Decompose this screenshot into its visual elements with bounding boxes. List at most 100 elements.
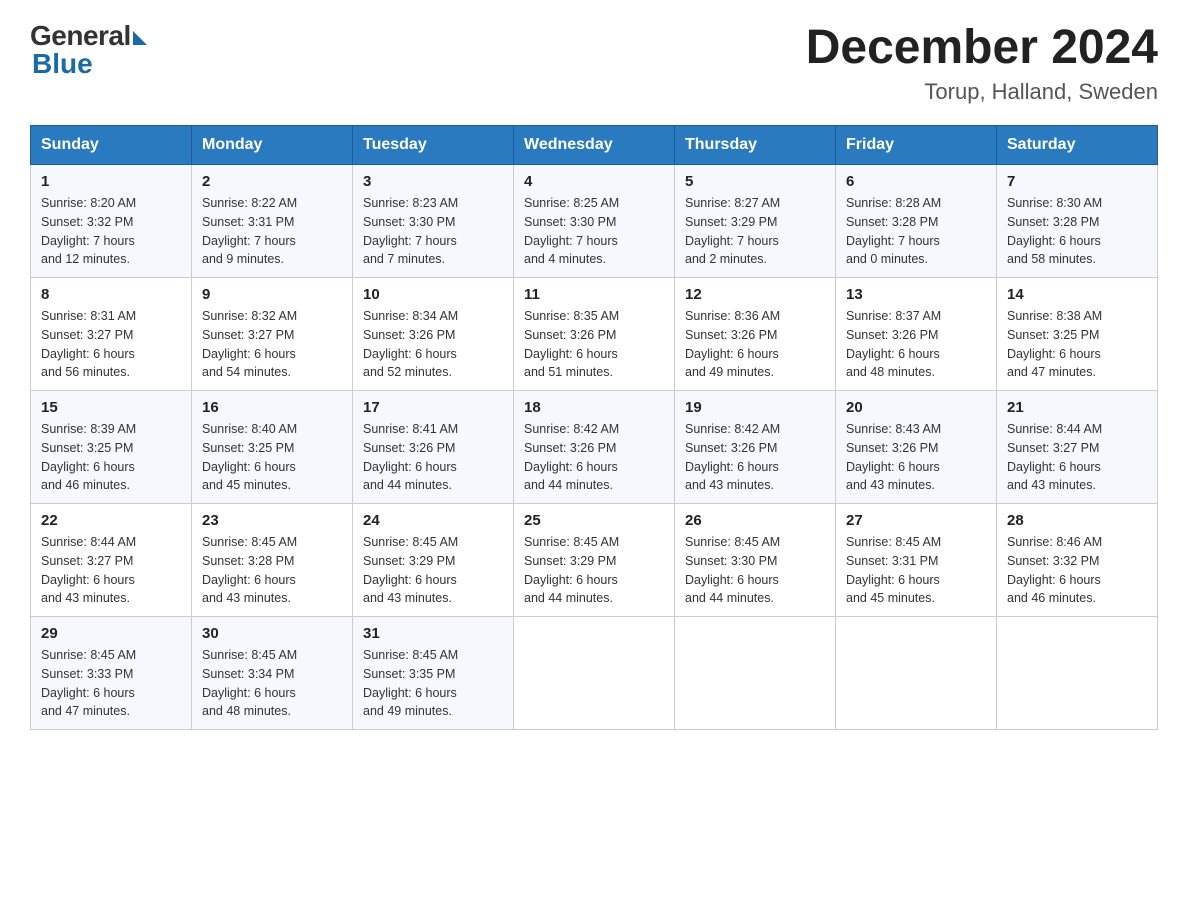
calendar-header-sunday: Sunday [31,126,192,165]
calendar-day-cell [514,617,675,730]
calendar-day-cell: 7 Sunrise: 8:30 AMSunset: 3:28 PMDayligh… [997,165,1158,278]
day-info: Sunrise: 8:28 AMSunset: 3:28 PMDaylight:… [846,196,941,266]
calendar-day-cell: 18 Sunrise: 8:42 AMSunset: 3:26 PMDaylig… [514,391,675,504]
day-info: Sunrise: 8:45 AMSunset: 3:28 PMDaylight:… [202,535,297,605]
day-info: Sunrise: 8:32 AMSunset: 3:27 PMDaylight:… [202,309,297,379]
day-number: 25 [524,512,664,529]
calendar-day-cell: 1 Sunrise: 8:20 AMSunset: 3:32 PMDayligh… [31,165,192,278]
calendar-day-cell: 19 Sunrise: 8:42 AMSunset: 3:26 PMDaylig… [675,391,836,504]
calendar-week-row: 1 Sunrise: 8:20 AMSunset: 3:32 PMDayligh… [31,165,1158,278]
day-info: Sunrise: 8:22 AMSunset: 3:31 PMDaylight:… [202,196,297,266]
day-number: 3 [363,173,503,190]
calendar-day-cell: 28 Sunrise: 8:46 AMSunset: 3:32 PMDaylig… [997,504,1158,617]
day-number: 21 [1007,399,1147,416]
day-number: 8 [41,286,181,303]
title-block: December 2024 Torup, Halland, Sweden [806,20,1158,105]
calendar-header-thursday: Thursday [675,126,836,165]
day-number: 13 [846,286,986,303]
day-info: Sunrise: 8:45 AMSunset: 3:35 PMDaylight:… [363,648,458,718]
location-title: Torup, Halland, Sweden [806,79,1158,105]
day-info: Sunrise: 8:34 AMSunset: 3:26 PMDaylight:… [363,309,458,379]
day-number: 4 [524,173,664,190]
calendar-header-saturday: Saturday [997,126,1158,165]
day-info: Sunrise: 8:42 AMSunset: 3:26 PMDaylight:… [685,422,780,492]
day-info: Sunrise: 8:45 AMSunset: 3:31 PMDaylight:… [846,535,941,605]
calendar-day-cell: 17 Sunrise: 8:41 AMSunset: 3:26 PMDaylig… [353,391,514,504]
day-info: Sunrise: 8:27 AMSunset: 3:29 PMDaylight:… [685,196,780,266]
calendar-day-cell: 13 Sunrise: 8:37 AMSunset: 3:26 PMDaylig… [836,278,997,391]
calendar-day-cell: 24 Sunrise: 8:45 AMSunset: 3:29 PMDaylig… [353,504,514,617]
day-number: 1 [41,173,181,190]
logo-arrow-icon [133,31,147,45]
day-number: 22 [41,512,181,529]
calendar-day-cell: 25 Sunrise: 8:45 AMSunset: 3:29 PMDaylig… [514,504,675,617]
calendar-day-cell: 27 Sunrise: 8:45 AMSunset: 3:31 PMDaylig… [836,504,997,617]
calendar-day-cell: 23 Sunrise: 8:45 AMSunset: 3:28 PMDaylig… [192,504,353,617]
day-info: Sunrise: 8:45 AMSunset: 3:29 PMDaylight:… [363,535,458,605]
day-number: 29 [41,625,181,642]
calendar-header-monday: Monday [192,126,353,165]
calendar-day-cell: 4 Sunrise: 8:25 AMSunset: 3:30 PMDayligh… [514,165,675,278]
calendar-day-cell: 11 Sunrise: 8:35 AMSunset: 3:26 PMDaylig… [514,278,675,391]
page-header: General Blue December 2024 Torup, Hallan… [30,20,1158,105]
calendar-week-row: 22 Sunrise: 8:44 AMSunset: 3:27 PMDaylig… [31,504,1158,617]
day-number: 31 [363,625,503,642]
calendar-header-friday: Friday [836,126,997,165]
day-info: Sunrise: 8:31 AMSunset: 3:27 PMDaylight:… [41,309,136,379]
calendar-day-cell: 5 Sunrise: 8:27 AMSunset: 3:29 PMDayligh… [675,165,836,278]
day-info: Sunrise: 8:45 AMSunset: 3:29 PMDaylight:… [524,535,619,605]
day-number: 2 [202,173,342,190]
calendar-header-row: SundayMondayTuesdayWednesdayThursdayFrid… [31,126,1158,165]
logo-blue-text: Blue [32,48,93,80]
calendar-day-cell [836,617,997,730]
calendar-day-cell [675,617,836,730]
day-info: Sunrise: 8:43 AMSunset: 3:26 PMDaylight:… [846,422,941,492]
day-info: Sunrise: 8:38 AMSunset: 3:25 PMDaylight:… [1007,309,1102,379]
calendar-day-cell: 9 Sunrise: 8:32 AMSunset: 3:27 PMDayligh… [192,278,353,391]
calendar-day-cell: 2 Sunrise: 8:22 AMSunset: 3:31 PMDayligh… [192,165,353,278]
day-number: 7 [1007,173,1147,190]
day-number: 10 [363,286,503,303]
day-number: 6 [846,173,986,190]
calendar-day-cell: 20 Sunrise: 8:43 AMSunset: 3:26 PMDaylig… [836,391,997,504]
day-number: 17 [363,399,503,416]
calendar-day-cell: 12 Sunrise: 8:36 AMSunset: 3:26 PMDaylig… [675,278,836,391]
day-info: Sunrise: 8:20 AMSunset: 3:32 PMDaylight:… [41,196,136,266]
day-number: 28 [1007,512,1147,529]
day-info: Sunrise: 8:44 AMSunset: 3:27 PMDaylight:… [41,535,136,605]
day-info: Sunrise: 8:39 AMSunset: 3:25 PMDaylight:… [41,422,136,492]
calendar-day-cell: 3 Sunrise: 8:23 AMSunset: 3:30 PMDayligh… [353,165,514,278]
day-number: 27 [846,512,986,529]
calendar-week-row: 29 Sunrise: 8:45 AMSunset: 3:33 PMDaylig… [31,617,1158,730]
calendar-table: SundayMondayTuesdayWednesdayThursdayFrid… [30,125,1158,730]
calendar-day-cell: 14 Sunrise: 8:38 AMSunset: 3:25 PMDaylig… [997,278,1158,391]
day-number: 26 [685,512,825,529]
calendar-week-row: 15 Sunrise: 8:39 AMSunset: 3:25 PMDaylig… [31,391,1158,504]
calendar-header-tuesday: Tuesday [353,126,514,165]
day-info: Sunrise: 8:45 AMSunset: 3:30 PMDaylight:… [685,535,780,605]
day-info: Sunrise: 8:37 AMSunset: 3:26 PMDaylight:… [846,309,941,379]
calendar-day-cell: 30 Sunrise: 8:45 AMSunset: 3:34 PMDaylig… [192,617,353,730]
day-info: Sunrise: 8:42 AMSunset: 3:26 PMDaylight:… [524,422,619,492]
day-number: 14 [1007,286,1147,303]
day-info: Sunrise: 8:41 AMSunset: 3:26 PMDaylight:… [363,422,458,492]
calendar-day-cell: 31 Sunrise: 8:45 AMSunset: 3:35 PMDaylig… [353,617,514,730]
calendar-header-wednesday: Wednesday [514,126,675,165]
logo: General Blue [30,20,147,80]
month-title: December 2024 [806,20,1158,75]
day-number: 11 [524,286,664,303]
calendar-week-row: 8 Sunrise: 8:31 AMSunset: 3:27 PMDayligh… [31,278,1158,391]
calendar-day-cell: 16 Sunrise: 8:40 AMSunset: 3:25 PMDaylig… [192,391,353,504]
day-number: 19 [685,399,825,416]
calendar-day-cell: 8 Sunrise: 8:31 AMSunset: 3:27 PMDayligh… [31,278,192,391]
day-number: 12 [685,286,825,303]
day-info: Sunrise: 8:25 AMSunset: 3:30 PMDaylight:… [524,196,619,266]
day-info: Sunrise: 8:23 AMSunset: 3:30 PMDaylight:… [363,196,458,266]
day-number: 16 [202,399,342,416]
day-number: 30 [202,625,342,642]
day-info: Sunrise: 8:30 AMSunset: 3:28 PMDaylight:… [1007,196,1102,266]
day-info: Sunrise: 8:44 AMSunset: 3:27 PMDaylight:… [1007,422,1102,492]
day-info: Sunrise: 8:40 AMSunset: 3:25 PMDaylight:… [202,422,297,492]
calendar-day-cell: 15 Sunrise: 8:39 AMSunset: 3:25 PMDaylig… [31,391,192,504]
day-info: Sunrise: 8:45 AMSunset: 3:33 PMDaylight:… [41,648,136,718]
